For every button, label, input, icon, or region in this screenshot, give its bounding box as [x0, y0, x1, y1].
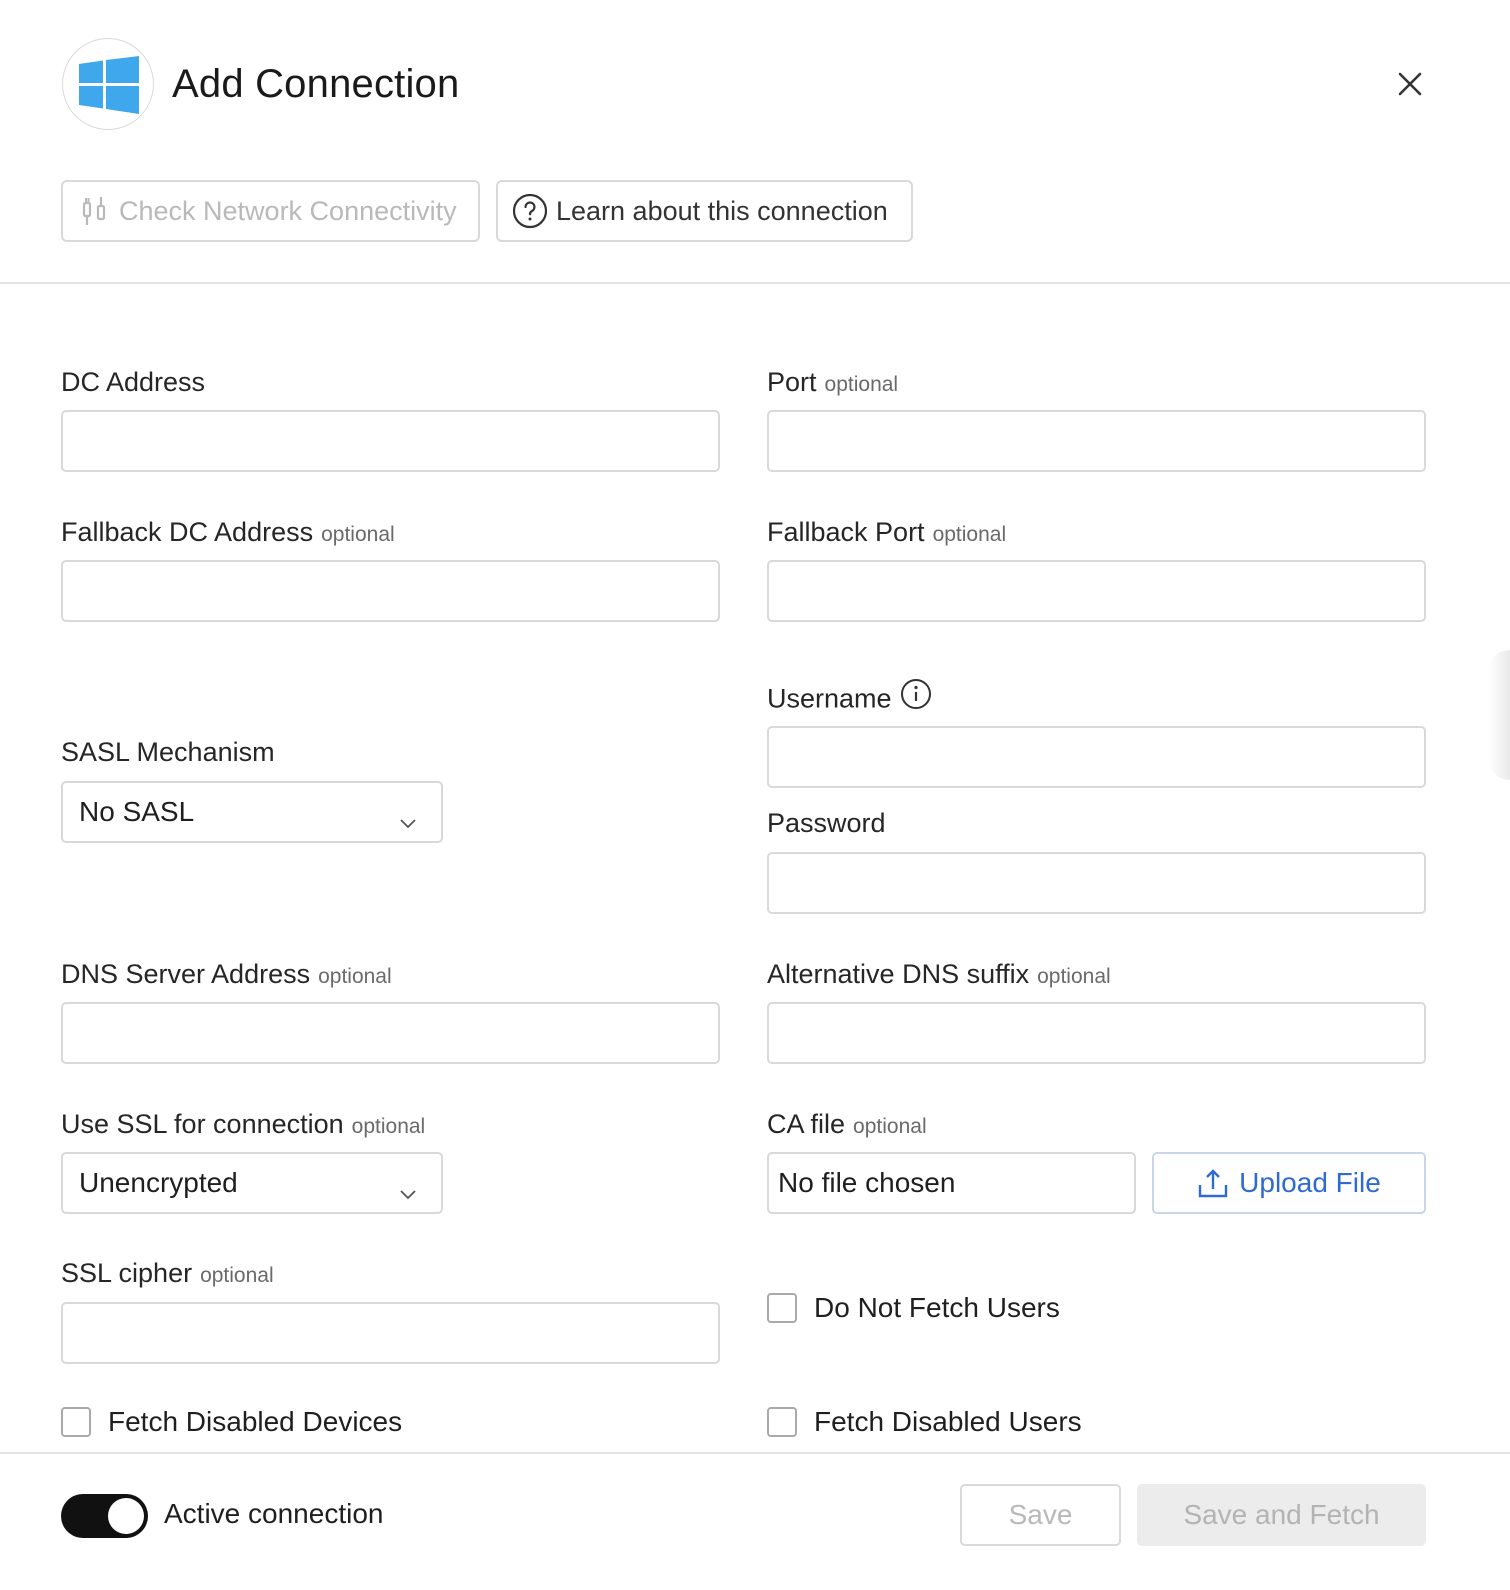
fallback-dc-address-field[interactable]	[61, 560, 720, 622]
sasl-mechanism-label: SASL Mechanism	[61, 737, 275, 767]
do-not-fetch-users-label: Do Not Fetch Users	[814, 1292, 1060, 1323]
close-icon	[1398, 72, 1422, 96]
fallback-port-label: Fallback Port optional	[767, 517, 1007, 547]
ca-file-status: No file chosen	[767, 1152, 1136, 1214]
fetch-disabled-devices-row[interactable]: Fetch Disabled Devices	[61, 1406, 402, 1438]
fetch-disabled-devices-label: Fetch Disabled Devices	[108, 1406, 403, 1437]
username-field[interactable]	[767, 726, 1426, 788]
sasl-selected-value: No SASL	[79, 796, 195, 827]
chevron-down-icon	[399, 1176, 417, 1208]
fallback-port-field[interactable]	[767, 560, 1426, 622]
help-circle-icon	[512, 193, 548, 229]
add-connection-dialog: Add Connection Check Network Connectivit…	[0, 0, 1510, 1590]
dns-server-input[interactable]	[63, 1004, 718, 1062]
info-icon[interactable]	[900, 678, 932, 717]
footer-divider	[0, 1452, 1510, 1454]
optional-tag: optional	[200, 1264, 274, 1287]
chevron-down-icon	[399, 805, 417, 837]
fallback-dc-address-label: Fallback DC Address optional	[61, 517, 395, 547]
dc-address-label: DC Address	[61, 367, 206, 397]
upload-file-button[interactable]: Upload File	[1152, 1152, 1426, 1214]
alt-dns-suffix-field[interactable]	[767, 1002, 1426, 1064]
check-network-button[interactable]: Check Network Connectivity	[61, 180, 480, 242]
close-button[interactable]	[1392, 66, 1428, 102]
fetch-disabled-devices-checkbox[interactable]	[61, 1407, 91, 1437]
ssl-selected-value: Unencrypted	[79, 1167, 238, 1198]
optional-tag: optional	[853, 1115, 927, 1138]
upload-file-label: Upload File	[1239, 1167, 1381, 1198]
alt-dns-suffix-label: Alternative DNS suffix optional	[767, 959, 1111, 989]
fallback-port-input[interactable]	[769, 562, 1424, 620]
use-ssl-label: Use SSL for connection optional	[61, 1109, 426, 1139]
network-plug-icon	[77, 194, 111, 228]
fetch-disabled-users-label: Fetch Disabled Users	[814, 1406, 1082, 1437]
save-and-fetch-button[interactable]: Save and Fetch	[1137, 1484, 1426, 1546]
port-field[interactable]	[767, 410, 1426, 472]
port-label: Port optional	[767, 367, 899, 397]
sasl-mechanism-select[interactable]: No SASL	[61, 781, 443, 843]
ssl-cipher-input[interactable]	[63, 1304, 718, 1362]
learn-about-button[interactable]: Learn about this connection	[496, 180, 913, 242]
use-ssl-select[interactable]: Unencrypted	[61, 1152, 443, 1214]
password-input[interactable]	[769, 854, 1424, 912]
ca-file-label: CA file optional	[767, 1109, 927, 1139]
fetch-disabled-users-row[interactable]: Fetch Disabled Users	[767, 1406, 1082, 1438]
dns-server-field[interactable]	[61, 1002, 720, 1064]
do-not-fetch-users-checkbox[interactable]	[767, 1293, 797, 1323]
windows-logo	[62, 38, 154, 130]
optional-tag: optional	[932, 523, 1007, 546]
do-not-fetch-users-row[interactable]: Do Not Fetch Users	[767, 1292, 1060, 1324]
dc-address-field[interactable]	[61, 410, 720, 472]
edge-shadow	[1488, 650, 1510, 780]
save-button[interactable]: Save	[960, 1484, 1121, 1546]
check-network-label: Check Network Connectivity	[119, 195, 457, 226]
port-input[interactable]	[769, 412, 1424, 470]
fetch-disabled-users-checkbox[interactable]	[767, 1407, 797, 1437]
upload-icon	[1197, 1167, 1229, 1199]
optional-tag: optional	[1037, 965, 1111, 988]
alt-dns-suffix-input[interactable]	[769, 1004, 1424, 1062]
optional-tag: optional	[321, 523, 395, 546]
ssl-cipher-label: SSL cipher optional	[61, 1258, 274, 1288]
username-label: Username	[767, 678, 932, 720]
password-field[interactable]	[767, 852, 1426, 914]
active-connection-toggle[interactable]	[61, 1494, 148, 1538]
active-connection-label: Active connection	[164, 1498, 384, 1529]
ssl-cipher-field[interactable]	[61, 1302, 720, 1364]
optional-tag: optional	[318, 965, 392, 988]
toggle-knob	[108, 1498, 144, 1534]
windows-logo-icon	[79, 56, 139, 114]
fallback-dc-address-input[interactable]	[63, 562, 718, 620]
optional-tag: optional	[351, 1115, 426, 1138]
dialog-title: Add Connection	[172, 62, 460, 106]
dc-address-input[interactable]	[63, 412, 718, 470]
header-divider	[0, 282, 1510, 284]
dns-server-label: DNS Server Address optional	[61, 959, 392, 989]
learn-about-label: Learn about this connection	[556, 195, 888, 226]
optional-tag: optional	[824, 373, 899, 396]
password-label: Password	[767, 808, 886, 838]
username-input[interactable]	[769, 728, 1424, 786]
